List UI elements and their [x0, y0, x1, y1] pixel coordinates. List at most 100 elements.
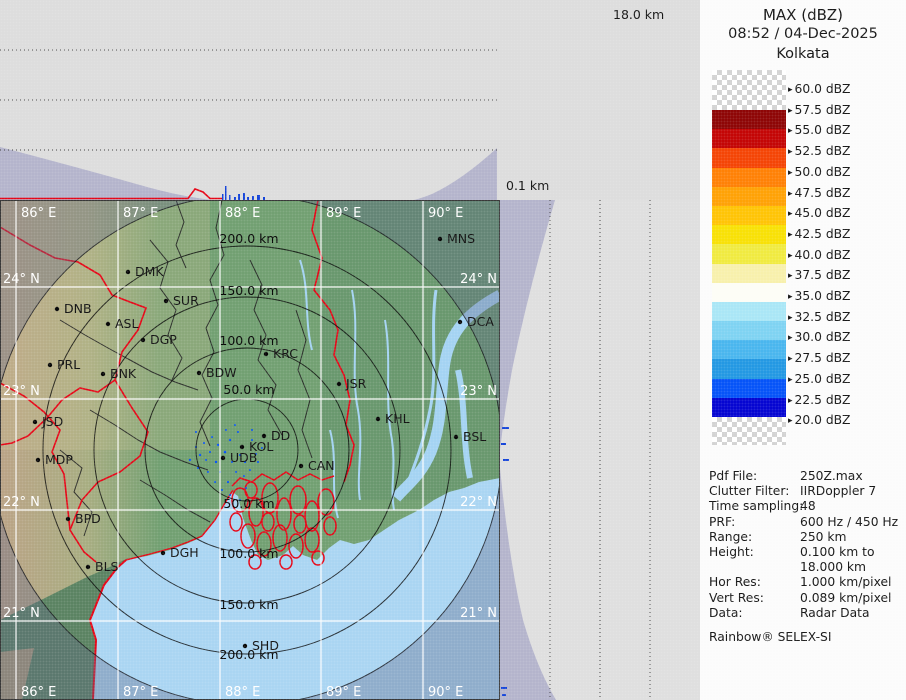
station-label: SHD	[252, 638, 279, 653]
colorbar-block-7	[712, 244, 786, 263]
range-ring-label: 150.0 km	[219, 283, 278, 298]
scale-label-text: 20.0 dBZ	[795, 413, 851, 427]
scale-label-text: 27.5 dBZ	[795, 351, 851, 365]
meridian-label-top: 86° E	[21, 206, 56, 221]
scale-tick-arrow-icon: ▸	[788, 230, 793, 240]
scale-label-42.5: ▸42.5 dBZ	[788, 227, 851, 241]
top-projection-canvas	[0, 0, 497, 200]
colorbar-block-3	[712, 168, 786, 187]
scale-tick-arrow-icon: ▸	[788, 147, 793, 157]
product-title: MAX (dBZ)	[700, 6, 906, 24]
scale-tick-arrow-icon: ▸	[788, 209, 793, 219]
scale-tick-arrow-icon: ▸	[788, 333, 793, 343]
scale-label-text: 57.5 dBZ	[795, 103, 851, 117]
map-canvas: 86° E86° E87° E87° E88° E88° E89° E89° E…	[0, 200, 500, 700]
station-dot	[33, 420, 37, 424]
info-value: 0.100 km to	[800, 545, 874, 559]
parallel-label-left: 21° N	[3, 606, 40, 621]
station-dot	[221, 456, 225, 460]
radar-map: 86° E86° E87° E87° E88° E88° E89° E89° E…	[0, 200, 500, 700]
station-label: UDB	[230, 450, 257, 465]
station-dot	[36, 458, 40, 462]
colorbar-block-10	[712, 302, 786, 321]
scale-label-47.5: ▸47.5 dBZ	[788, 186, 851, 200]
station-dot	[337, 382, 341, 386]
station-label: DD	[271, 428, 290, 443]
station-label: KRC	[273, 346, 298, 361]
station-dot	[458, 320, 462, 324]
scale-label-35.0: ▸35.0 dBZ	[788, 289, 851, 303]
meridian-label-bottom: 90° E	[428, 685, 463, 700]
station-dot	[86, 565, 90, 569]
info-label: Data:	[709, 606, 743, 620]
station-label: KHL	[385, 411, 410, 426]
info-label: Clutter Filter:	[709, 484, 789, 498]
vertical-projection-top-panel	[0, 0, 497, 200]
meridian-label-top: 90° E	[428, 206, 463, 221]
colorbar-block-15	[712, 398, 786, 417]
station-label: ASL	[115, 316, 138, 331]
out-of-range-wedge	[0, 147, 212, 200]
parallel-label-left: 24° N	[3, 272, 40, 287]
colorbar-block-12	[712, 340, 786, 359]
parallel-label-right: 24° N	[460, 272, 497, 287]
info-label: Height:	[709, 545, 754, 559]
scale-tick-arrow-icon: ▸	[788, 354, 793, 364]
meridian-label-bottom: 86° E	[21, 685, 56, 700]
range-ring-label: 100.0 km	[219, 333, 278, 348]
station-label: BSL	[463, 429, 486, 444]
info-value: 48	[800, 499, 816, 513]
scale-label-25.0: ▸25.0 dBZ	[788, 372, 851, 386]
out-of-range-wedge	[414, 148, 497, 200]
scale-label-20.0: ▸20.0 dBZ	[788, 413, 851, 427]
info-label: PRF:	[709, 515, 735, 529]
colorbar	[712, 70, 786, 445]
station-dot	[240, 445, 244, 449]
info-value: 18.000 km	[800, 560, 866, 574]
station-label: CAN	[308, 458, 335, 473]
info-label: Time sampling:	[709, 499, 803, 513]
timestamp: 08:52 / 04-Dec-2025	[700, 26, 906, 42]
meridian-label-bottom: 87° E	[123, 685, 158, 700]
colorbar-block-13	[712, 359, 786, 378]
info-label: Pdf File:	[709, 469, 757, 483]
meridian-label-bottom: 89° E	[326, 685, 361, 700]
parallel-label-left: 22° N	[3, 495, 40, 510]
scale-label-text: 55.0 dBZ	[795, 123, 851, 137]
parallel-label-right: 23° N	[460, 384, 497, 399]
colorbar-block-11	[712, 321, 786, 340]
station-dot	[243, 644, 247, 648]
range-ring-label: 50.0 km	[223, 496, 274, 511]
scale-label-text: 32.5 dBZ	[795, 310, 851, 324]
colorbar-transparent-block	[712, 70, 786, 110]
station-dot	[454, 435, 458, 439]
scale-label-27.5: ▸27.5 dBZ	[788, 351, 851, 365]
range-ring-label: 200.0 km	[219, 231, 278, 246]
station-dot	[438, 237, 442, 241]
scale-tick-arrow-icon: ▸	[788, 251, 793, 261]
station-label: BPD	[75, 511, 101, 526]
station-dot	[197, 371, 201, 375]
scale-label-text: 42.5 dBZ	[795, 227, 851, 241]
station-label: BDW	[206, 365, 237, 380]
meridian-label-top: 87° E	[123, 206, 158, 221]
station-dot	[48, 363, 52, 367]
colorbar-block-9	[712, 283, 786, 302]
info-value: 1.000 km/pixel	[800, 575, 891, 589]
station-dot	[66, 517, 70, 521]
info-value: 0.089 km/pixel	[800, 591, 891, 605]
scale-label-text: 25.0 dBZ	[795, 372, 851, 386]
scale-label-text: 30.0 dBZ	[795, 330, 851, 344]
vertical-projection-side-panel	[500, 200, 700, 700]
side-projection-canvas	[500, 200, 700, 700]
station-dot	[164, 299, 168, 303]
echo-profile-marks	[222, 186, 265, 200]
info-label: Hor Res:	[709, 575, 761, 589]
colorbar-block-8	[712, 264, 786, 283]
station-label: BNK	[110, 366, 137, 381]
legend-panel: MAX (dBZ) 08:52 / 04-Dec-2025 Kolkata ▸6…	[700, 0, 906, 700]
colorbar-block-1	[712, 129, 786, 148]
station-label: JSR	[345, 376, 367, 391]
height-axis-min-label: 0.1 km	[506, 178, 549, 193]
scale-label-32.5: ▸32.5 dBZ	[788, 310, 851, 324]
